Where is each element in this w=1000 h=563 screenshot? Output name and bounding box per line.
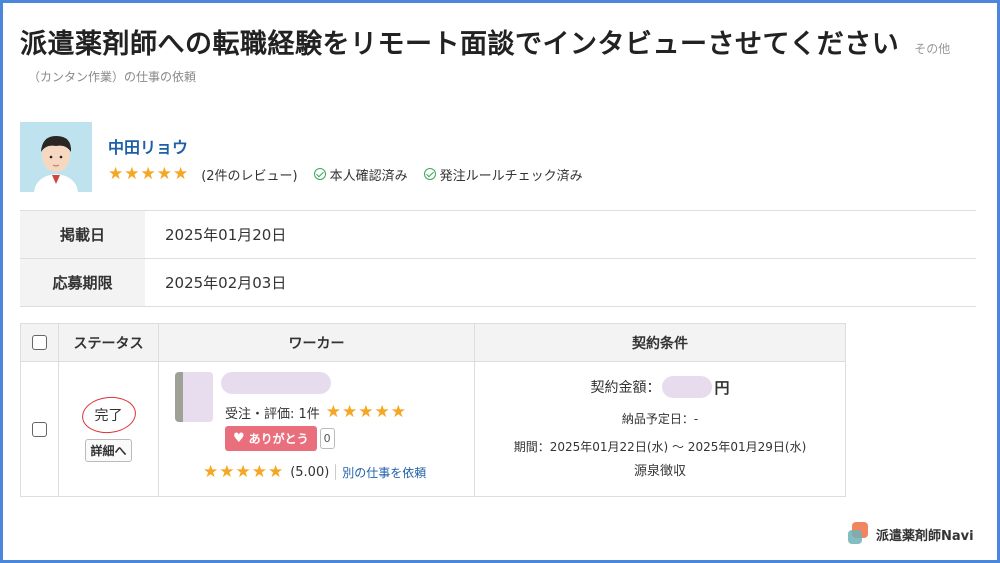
deadline-row: 応募期限 2025年02月03日 — [20, 259, 976, 307]
worker-header: ワーカー — [288, 335, 345, 352]
rules-checked-label: 発注ルールチェック済み — [439, 168, 583, 184]
request-other-job-link[interactable]: 別の仕事を依頼 — [342, 464, 426, 481]
contract-cell: 契約金額： 円 納品予定日：- 期間：2025年01月22日(水) 〜 2025… — [475, 362, 845, 496]
posted-date-row: 掲載日 2025年01月20日 — [20, 211, 976, 259]
client-rating-stars: ★★★★★ — [108, 164, 190, 184]
contract-amount-label: 契約金額： — [590, 380, 661, 396]
rules-checked-badge: 発注ルールチェック済み — [423, 165, 583, 184]
worker-rating: ★★★★★ (5.00) 別の仕事を依頼 — [203, 462, 426, 482]
deadline-label: 応募期限 — [20, 259, 145, 306]
contract-header: 契約条件 — [632, 335, 688, 352]
worker-score: (5.00) — [290, 464, 330, 480]
category-other[interactable]: その他 — [914, 42, 950, 56]
thanks-label: ありがとう — [248, 432, 309, 446]
heart-icon: ♥ — [233, 431, 245, 446]
contract-amount-redacted — [662, 376, 713, 398]
client-review-count[interactable]: (2件のレビュー) — [201, 165, 297, 184]
worker-order-rating: 受注・評価: 1件 ★★★★★ — [225, 402, 407, 422]
worker-order-label: 受注・評価: 1件 — [225, 406, 320, 422]
deadline-value: 2025年02月03日 — [165, 274, 287, 292]
page-title: 派遣薬剤師への転職経験をリモート面談でインタビューさせてください — [20, 29, 900, 60]
withholding-tax: 源泉徴収 — [633, 464, 686, 479]
worker-table: ステータス ワーカー 契約条件 完了 詳細へ 受注・評価: 1件 ★★★★★ ♥… — [20, 323, 846, 497]
identity-verified-badge: 本人確認済み — [313, 165, 408, 184]
worker-rating-stars: ★★★★★ — [203, 462, 285, 482]
client-profile: 中田リョウ ★★★★★ (2件のレビュー) 本人確認済み 発注ルールチェック済み — [20, 122, 720, 192]
worker-order-stars: ★★★★★ — [325, 402, 407, 422]
worker-avatar[interactable] — [175, 372, 213, 422]
identity-verified-label: 本人確認済み — [329, 168, 408, 184]
detail-button[interactable]: 詳細へ — [85, 438, 132, 462]
client-avatar[interactable] — [20, 122, 92, 192]
logo-text: 派遣薬剤師Navi — [876, 528, 974, 544]
contract-amount-unit: 円 — [714, 378, 730, 397]
logo-mark-icon — [848, 522, 870, 546]
status-header: ステータス — [73, 335, 144, 352]
status-circle-mark — [79, 393, 138, 436]
page-subtitle: （カンタン作業）の仕事の依頼 — [28, 70, 197, 84]
posted-date-label: 掲載日 — [20, 211, 145, 258]
client-name[interactable]: 中田リョウ — [108, 134, 188, 158]
status-cell: 完了 詳細へ — [59, 362, 159, 496]
site-logo: 派遣薬剤師Navi — [848, 522, 974, 546]
row-checkbox[interactable] — [32, 421, 47, 437]
status-badge: 完了 — [79, 393, 138, 436]
worker-table-header: ステータス ワーカー 契約条件 — [21, 324, 845, 362]
table-row: 完了 詳細へ 受注・評価: 1件 ★★★★★ ♥ ありがとう 0 ★★★★★ (… — [21, 362, 845, 496]
thanks-button[interactable]: ♥ ありがとう — [225, 426, 317, 451]
check-circle-icon — [313, 168, 326, 180]
title-row: 派遣薬剤師への転職経験をリモート面談でインタビューさせてください その他 — [20, 22, 980, 61]
contract-amount: 契約金額： 円 — [475, 376, 845, 398]
divider — [335, 464, 337, 480]
job-info-table: 掲載日 2025年01月20日 応募期限 2025年02月03日 — [20, 210, 976, 307]
posted-date-value: 2025年01月20日 — [165, 226, 287, 244]
worker-cell: 受注・評価: 1件 ★★★★★ ♥ ありがとう 0 ★★★★★ (5.00) 別… — [159, 362, 475, 496]
thanks-group: ♥ ありがとう 0 — [225, 426, 335, 451]
select-all-checkbox[interactable] — [32, 335, 47, 350]
check-circle-icon — [423, 168, 436, 180]
delivery-date: 納品予定日：- — [621, 412, 699, 426]
worker-name-redacted[interactable] — [221, 372, 331, 394]
client-meta: ★★★★★ (2件のレビュー) 本人確認済み 発注ルールチェック済み — [108, 164, 583, 184]
contract-period: 期間：2025年01月22日(水) 〜 2025年01月29日(水) — [513, 440, 807, 454]
thanks-count: 0 — [319, 428, 335, 449]
